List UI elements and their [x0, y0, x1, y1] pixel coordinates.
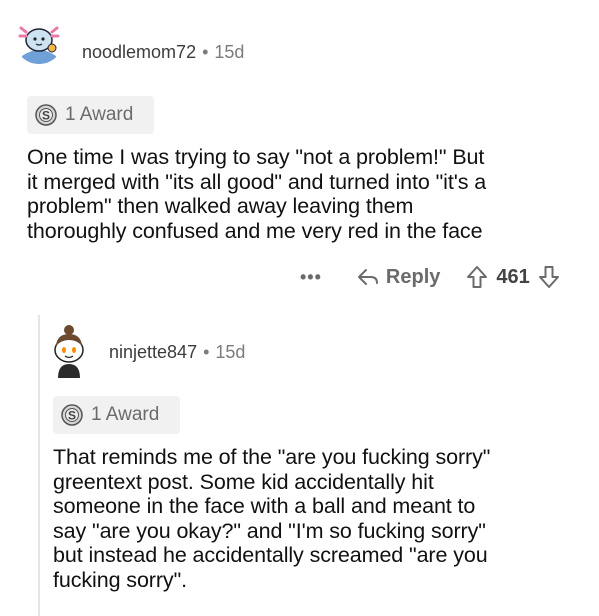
- body-line: it merged with "its all good" and turned…: [27, 169, 487, 194]
- username-link[interactable]: noodlemom72: [82, 42, 196, 62]
- vote-score: 461: [496, 265, 530, 288]
- body-line: someone in the face with a ball and mean…: [53, 494, 476, 518]
- award-label: 1 Award: [65, 104, 134, 125]
- comment-body: That reminds me of the "are you fucking …: [53, 445, 490, 592]
- upvote-arrow-icon[interactable]: [466, 265, 488, 289]
- thread-line[interactable]: [38, 315, 40, 616]
- comment-body: One time I was trying to say "not a prob…: [27, 145, 486, 243]
- body-line: but instead he accidentally screamed "ar…: [53, 543, 488, 567]
- body-line: One time I was trying to say "not a prob…: [27, 145, 485, 169]
- username-link[interactable]: ninjette847: [109, 342, 197, 362]
- comment-actions: ••• Reply 461: [300, 265, 560, 289]
- vote-controls: 461: [466, 265, 559, 289]
- reply-arrow-icon: [357, 269, 378, 285]
- body-line: thoroughly confused and me very red in t…: [27, 218, 483, 243]
- comment-age: 15d: [214, 42, 245, 62]
- meta-separator: •: [202, 42, 209, 62]
- body-line: fucking sorry".: [53, 567, 187, 592]
- avatar-noodlemom72[interactable]: [14, 14, 64, 64]
- comment-meta: ninjette847 • 15d: [109, 342, 245, 363]
- award-badge[interactable]: S 1 Award: [53, 396, 180, 434]
- meta-separator: •: [203, 342, 210, 362]
- reply-button[interactable]: Reply: [356, 266, 440, 289]
- award-badge[interactable]: S 1 Award: [27, 96, 154, 134]
- svg-text:S: S: [42, 109, 50, 123]
- svg-text:S: S: [68, 409, 76, 423]
- body-line: problem" then walked away leaving them: [27, 194, 414, 218]
- reply-label: Reply: [385, 265, 441, 288]
- axolotl-avatar-icon: [14, 14, 64, 64]
- avatar-ninjette847[interactable]: [44, 322, 94, 378]
- body-line: greentext post. Some kid accidentally hi…: [53, 469, 434, 494]
- more-options-button[interactable]: •••: [300, 267, 322, 288]
- body-line: That reminds me of the "are you fucking …: [53, 445, 491, 469]
- comment-age: 15d: [215, 342, 246, 362]
- downvote-arrow-icon[interactable]: [538, 265, 560, 289]
- silver-award-icon: S: [35, 104, 57, 126]
- award-label: 1 Award: [91, 404, 160, 425]
- body-line: say "are you okay?" and "I'm so fucking …: [53, 518, 486, 543]
- snoo-avatar-icon: [54, 325, 84, 378]
- comment-meta: noodlemom72 • 15d: [82, 42, 244, 63]
- silver-award-icon: S: [61, 404, 83, 426]
